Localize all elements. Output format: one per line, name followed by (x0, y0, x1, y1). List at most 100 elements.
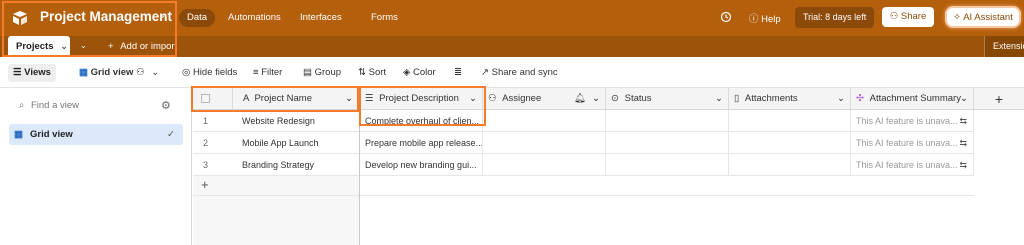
row-height-button[interactable]: ≣ (454, 67, 462, 78)
column-label: Attachments (744, 93, 798, 104)
column-header-status[interactable]: ⊙ Status ⌄ (606, 88, 729, 110)
refresh-icon[interactable]: ⇆ (959, 154, 967, 176)
select-all-checkbox-cell[interactable] (193, 88, 233, 110)
checkbox[interactable] (201, 94, 210, 103)
plus-icon: + (994, 91, 1004, 107)
extensions-button[interactable]: Extensio (984, 36, 1024, 57)
color-button[interactable]: ◈ Color (403, 67, 436, 78)
hide-fields-button[interactable]: ◎ Hide fields (182, 67, 237, 78)
cell-attachments[interactable] (729, 110, 851, 132)
base-name[interactable]: Project Management (40, 9, 172, 24)
refresh-icon[interactable]: ⇆ (959, 132, 967, 154)
share-button[interactable]: ⚇ Share (882, 7, 934, 27)
check-icon: ✓ (167, 129, 175, 140)
table-tab-projects[interactable]: Projects ⌄ (8, 36, 70, 57)
column-header-attachment-summary[interactable]: ✣ Attachment Summary ⌄ (851, 88, 974, 110)
chevron-down-icon[interactable]: ⌄ (469, 88, 477, 110)
grid-view-label: Grid view (90, 67, 134, 78)
column-header-assignee[interactable]: ⚇ Assignee 🔔︎ ⌄ (483, 88, 606, 110)
help-icon: ⓘ (749, 14, 759, 25)
chevron-down-icon[interactable]: ⌄ (592, 88, 600, 110)
add-or-import-button[interactable]: + Add or import (108, 41, 177, 52)
group-button[interactable]: ▤ Group (303, 67, 341, 78)
group-icon: ▤ (303, 67, 312, 78)
find-view-input[interactable]: ⌕ Find a view (19, 100, 79, 111)
views-button[interactable]: ☰ Views (8, 64, 56, 82)
add-or-import-label: Add or import (120, 41, 178, 52)
group-label: Group (314, 67, 342, 78)
gear-icon[interactable]: ⚙ (161, 99, 171, 112)
cell-project-description[interactable]: Develop new branding gui... (360, 154, 483, 176)
plus-icon: + (108, 41, 114, 52)
table-row[interactable]: 1 Website Redesign Complete overhaul of … (193, 110, 974, 132)
table-row[interactable]: 3 Branding Strategy Develop new branding… (193, 154, 974, 176)
file-icon: ▯ (734, 93, 740, 104)
search-icon: ⌕ (19, 100, 25, 111)
add-row-button[interactable]: + (193, 176, 974, 196)
sidebar-item-grid-view[interactable]: ▦ Grid view ✓ (9, 124, 183, 145)
grid-view-switcher[interactable]: ▦ Grid view ⚇ ⌄ (79, 67, 159, 78)
cell-attachment-summary[interactable]: This AI feature is unava... ⇆ (851, 154, 974, 176)
cell-assignee[interactable] (483, 154, 606, 176)
cell-status[interactable] (606, 132, 729, 154)
cell-attachment-summary[interactable]: This AI feature is unava... ⇆ (851, 132, 974, 154)
column-label: Attachment Summary (869, 93, 961, 104)
cell-assignee[interactable] (483, 110, 606, 132)
cell-status[interactable] (606, 154, 729, 176)
share-sync-button[interactable]: ↗ Share and sync (481, 67, 558, 78)
ai-unavailable-text: This AI feature is unava... (856, 116, 958, 126)
nav-tab-interfaces[interactable]: Interfaces (292, 9, 350, 27)
cell-project-description[interactable]: Complete overhaul of clien... (360, 110, 483, 132)
trial-badge[interactable]: Trial: 8 days left (795, 7, 875, 28)
add-field-button[interactable]: + (974, 88, 1024, 110)
cell-project-name[interactable]: Branding Strategy (233, 154, 360, 176)
row-number: 2 (203, 138, 209, 148)
chevron-down-icon[interactable]: ⌄ (158, 10, 166, 21)
column-label: Status (624, 93, 652, 104)
ai-assistant-label: AI Assistant (963, 12, 1013, 23)
cell-project-name[interactable]: Mobile App Launch (233, 132, 360, 154)
cell-attachment-summary[interactable]: This AI feature is unava... ⇆ (851, 110, 974, 132)
chevron-down-icon[interactable]: ⌄ (715, 88, 723, 110)
filter-button[interactable]: ≡ Filter (253, 67, 282, 78)
cell-attachments[interactable] (729, 132, 851, 154)
grid-icon: ▦ (79, 67, 88, 78)
nav-tab-forms[interactable]: Forms (363, 9, 406, 27)
sort-label: Sort (368, 67, 387, 78)
ai-unavailable-text: This AI feature is unava... (856, 160, 958, 170)
cell-project-description[interactable]: Prepare mobile app release... (360, 132, 483, 154)
nav-tab-data[interactable]: Data (179, 9, 216, 27)
ai-unavailable-text: This AI feature is unava... (856, 138, 958, 148)
filter-label: Filter (261, 67, 283, 78)
ai-assistant-button[interactable]: ✧ AI Assistant (945, 6, 1021, 28)
primary-column-divider (359, 88, 360, 245)
table-tab-label: Projects (16, 41, 54, 52)
table-row[interactable]: 2 Mobile App Launch Prepare mobile app r… (193, 132, 974, 154)
column-header-attachments[interactable]: ▯ Attachments ⌄ (729, 88, 851, 110)
chevron-down-icon[interactable]: ⌄ (80, 41, 87, 50)
chevron-down-icon[interactable]: ⌄ (837, 88, 845, 110)
paint-bucket-icon: ◈ (403, 67, 411, 78)
history-icon[interactable] (720, 11, 732, 23)
help-button[interactable]: ⓘ Help (749, 11, 781, 25)
column-header-project-name[interactable]: A Project Name ⌄ (233, 88, 359, 110)
nav-tab-automations[interactable]: Automations (220, 9, 289, 27)
chevron-down-icon[interactable]: ⌄ (345, 88, 353, 110)
cell-status[interactable] (606, 110, 729, 132)
color-label: Color (412, 67, 436, 78)
sort-button[interactable]: ⇅ Sort (358, 67, 386, 78)
eye-off-icon: ◎ (182, 67, 191, 78)
bell-icon: 🔔︎ (573, 93, 586, 104)
cell-assignee[interactable] (483, 132, 606, 154)
chevron-down-icon[interactable]: ⌄ (960, 88, 968, 110)
refresh-icon[interactable]: ⇆ (959, 110, 967, 132)
column-header-project-description[interactable]: ☰ Project Description ⌄ (360, 88, 483, 110)
text-icon: A (243, 93, 249, 104)
chevron-down-icon: ⌄ (151, 67, 160, 78)
cell-attachments[interactable] (729, 154, 851, 176)
filter-icon: ≡ (253, 67, 259, 78)
app-logo-icon[interactable] (11, 10, 29, 26)
ai-sparkle-icon: ✣ (856, 93, 864, 104)
cell-project-name[interactable]: Website Redesign (233, 110, 360, 132)
chevron-down-icon[interactable]: ⌄ (60, 41, 68, 52)
